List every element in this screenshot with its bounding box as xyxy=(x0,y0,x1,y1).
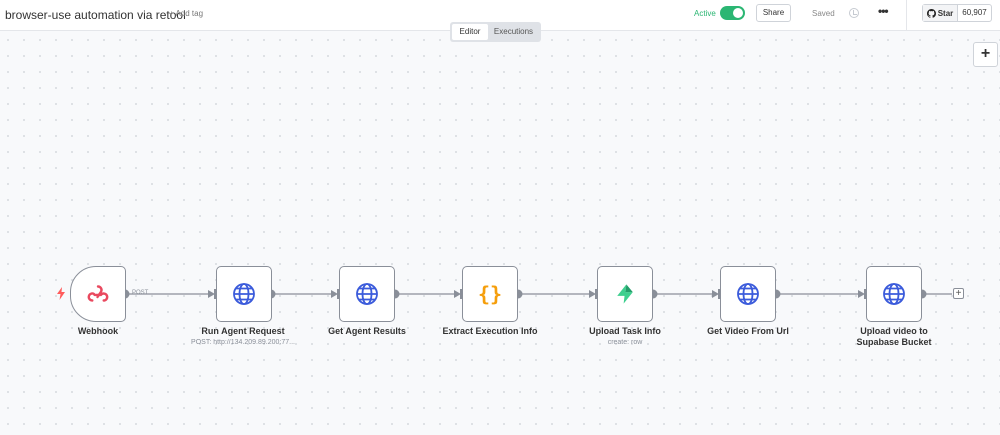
node-get-agent-results[interactable] xyxy=(339,266,395,322)
trigger-bolt-icon xyxy=(57,287,65,300)
node-label-get-video-from-url: Get Video From Url xyxy=(707,326,789,336)
webhook-icon xyxy=(87,285,109,302)
header-divider xyxy=(906,0,907,31)
saved-status: Saved xyxy=(812,9,835,18)
node-label-webhook: Webhook xyxy=(77,326,119,336)
github-star-button[interactable]: Star xyxy=(923,5,958,21)
github-star-widget: Star 60,907 xyxy=(922,4,992,22)
add-tag-button[interactable]: + Add tag xyxy=(169,9,203,18)
github-icon xyxy=(926,8,936,18)
globe-icon xyxy=(356,283,378,305)
edge-label-post: POST xyxy=(132,290,149,296)
active-label: Active xyxy=(694,9,716,18)
node-webhook[interactable] xyxy=(70,266,126,322)
globe-icon xyxy=(737,283,759,305)
node-upload-video-bucket[interactable] xyxy=(866,266,922,322)
node-label-extract-execution-info: Extract Execution Info xyxy=(442,326,538,336)
tab-editor[interactable]: Editor xyxy=(452,24,488,40)
more-options-icon[interactable]: ••• xyxy=(878,4,889,18)
history-icon[interactable] xyxy=(849,8,859,18)
node-upload-task-info[interactable] xyxy=(597,266,653,322)
workflow-title[interactable]: browser-use automation via retool xyxy=(5,8,186,22)
tab-executions[interactable]: Executions xyxy=(488,24,539,40)
active-toggle[interactable] xyxy=(720,6,745,20)
toggle-knob xyxy=(733,8,743,18)
node-extract-execution-info[interactable]: {} xyxy=(462,266,518,322)
node-label-upload-video-bucket: Upload video to Supabase Bucket xyxy=(856,326,932,347)
node-sub-upload-task-info: create: row xyxy=(607,339,643,346)
view-switcher: Editor Executions xyxy=(450,22,541,42)
node-label-run-agent-request: Run Agent Request xyxy=(201,326,285,336)
github-star-label: Star xyxy=(937,8,954,18)
node-run-agent-request[interactable] xyxy=(216,266,272,322)
node-sub-run-agent-request: POST: http://134.209.89.200:77... xyxy=(191,339,295,346)
globe-icon xyxy=(883,283,905,305)
code-braces-icon: {} xyxy=(477,282,503,306)
share-button[interactable]: Share xyxy=(756,4,791,22)
globe-icon xyxy=(233,283,255,305)
add-node-button[interactable]: + xyxy=(973,42,998,67)
node-get-video-from-url[interactable] xyxy=(720,266,776,322)
supabase-icon xyxy=(617,284,633,304)
github-star-count: 60,907 xyxy=(962,8,987,17)
workflow-canvas[interactable] xyxy=(0,32,1000,435)
node-label-upload-task-info: Upload Task Info xyxy=(589,326,661,336)
node-label-get-agent-results: Get Agent Results xyxy=(328,326,406,336)
add-next-node-button[interactable]: + xyxy=(953,288,964,299)
